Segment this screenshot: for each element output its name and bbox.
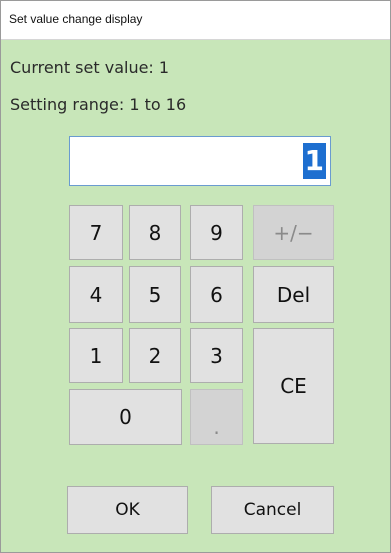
decimal-point-label: . [213,415,220,439]
current-value-label: Current set value: 1 [10,58,170,77]
key-9[interactable]: 9 [190,205,243,260]
title-bar[interactable]: Set value change display [1,1,390,40]
key-2[interactable]: 2 [129,328,181,383]
key-0-label: 0 [119,405,132,429]
window-title: Set value change display [9,12,143,26]
key-4-label: 4 [89,282,103,307]
setting-range-label: Setting range: 1 to 16 [10,95,187,114]
cancel-button[interactable]: Cancel [211,486,334,534]
key-6[interactable]: 6 [190,266,243,323]
key-3[interactable]: 3 [190,328,243,383]
key-7-label: 7 [89,220,103,245]
key-1[interactable]: 1 [69,328,123,383]
decimal-point-button[interactable]: . [190,389,243,445]
cancel-label: Cancel [243,500,302,520]
clear-entry-label: CE [280,374,307,398]
dialog-window: Set value change display Current set val… [0,0,391,553]
key-7[interactable]: 7 [69,205,123,260]
key-0[interactable]: 0 [69,389,182,445]
key-9-label: 9 [210,220,223,245]
ok-label: OK [115,500,140,520]
key-5-label: 5 [148,282,162,307]
ok-button[interactable]: OK [67,486,188,534]
clear-entry-button[interactable]: CE [253,328,334,444]
value-display-field[interactable]: 1 [69,136,331,186]
key-6-label: 6 [210,282,223,307]
delete-button[interactable]: Del [253,266,334,323]
plus-minus-label: +/− [273,220,314,245]
key-4[interactable]: 4 [69,266,123,323]
key-1-label: 1 [89,343,103,368]
display-value-selected: 1 [302,143,326,179]
key-8-label: 8 [148,220,162,245]
key-8[interactable]: 8 [129,205,181,260]
key-2-label: 2 [148,343,162,368]
key-3-label: 3 [210,343,223,368]
delete-label: Del [276,282,311,307]
plus-minus-button[interactable]: +/− [253,205,334,260]
key-5[interactable]: 5 [129,266,181,323]
